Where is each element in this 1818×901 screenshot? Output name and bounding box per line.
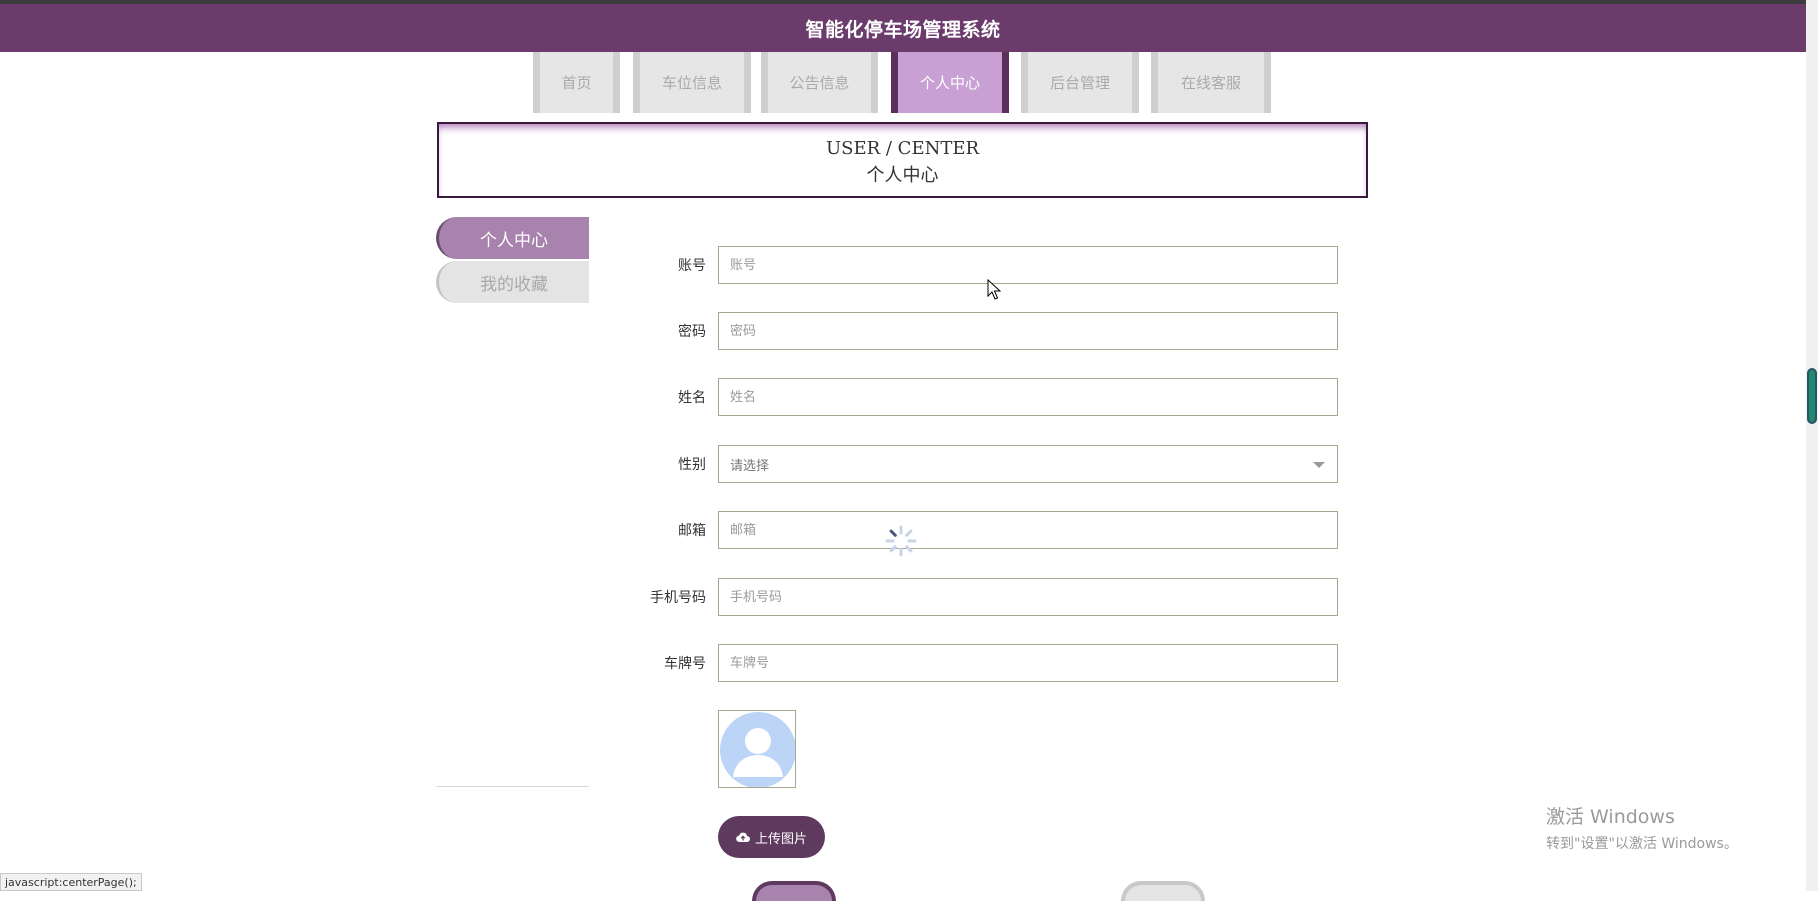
sidebar-item-label: 个人中心	[480, 230, 548, 251]
tab-user-center[interactable]: 个人中心	[891, 52, 1009, 113]
phone-input[interactable]	[718, 578, 1338, 616]
submit-button[interactable]	[752, 881, 836, 901]
tab-label: 车位信息	[661, 74, 722, 92]
avatar-preview	[718, 710, 796, 788]
tab-parking-spots[interactable]: 车位信息	[633, 52, 751, 113]
account-label: 账号	[678, 258, 706, 274]
name-label: 姓名	[678, 390, 706, 406]
form-row-name: 姓名	[600, 378, 1340, 416]
tab-label: 个人中心	[919, 74, 980, 92]
plate-label: 车牌号	[664, 656, 706, 672]
upload-image-button[interactable]: 上传图片	[718, 816, 825, 858]
page-scrollbar[interactable]	[1806, 0, 1818, 891]
site-title: 智能化停车场管理系统	[805, 18, 1001, 41]
plate-input[interactable]	[718, 644, 1338, 682]
chevron-down-icon	[1313, 462, 1325, 468]
password-input[interactable]	[718, 312, 1338, 350]
site-header: 智能化停车场管理系统	[0, 4, 1806, 52]
upload-button-label: 上传图片	[754, 831, 807, 847]
tab-label: 公告信息	[789, 74, 850, 92]
page-banner: USER / CENTER 个人中心	[437, 122, 1368, 198]
account-input[interactable]	[718, 246, 1338, 284]
tab-online-service[interactable]: 在线客服	[1151, 52, 1271, 113]
tab-announcements[interactable]: 公告信息	[761, 52, 878, 113]
spinner-icon	[885, 525, 917, 557]
form-row-gender: 性别 请选择	[600, 445, 1340, 483]
banner-title-en: USER / CENTER	[825, 138, 980, 159]
status-url: javascript:centerPage();	[5, 876, 137, 889]
tab-home[interactable]: 首页	[533, 52, 620, 113]
sidebar-item-user-center[interactable]: 个人中心	[436, 217, 589, 259]
watermark-subtitle: 转到"设置"以激活 Windows。	[1546, 836, 1738, 852]
form-row-email: 邮箱	[600, 511, 1340, 549]
tab-label: 在线客服	[1180, 74, 1241, 92]
gender-label: 性别	[678, 457, 706, 473]
browser-status-bar: javascript:centerPage();	[0, 873, 142, 891]
sidebar-item-label: 我的收藏	[480, 274, 548, 295]
watermark-title: 激活 Windows	[1546, 806, 1675, 828]
form-row-phone: 手机号码	[600, 578, 1340, 616]
gender-select[interactable]: 请选择	[718, 445, 1338, 483]
email-input[interactable]	[718, 511, 1338, 549]
tab-label: 首页	[561, 74, 592, 92]
form-row-password: 密码	[600, 312, 1340, 350]
logout-button[interactable]	[1121, 881, 1205, 901]
windows-activation-watermark: 激活 Windows 转到"设置"以激活 Windows。	[1546, 802, 1738, 853]
scrollbar-thumb[interactable]	[1807, 368, 1817, 424]
email-label: 邮箱	[678, 523, 706, 539]
gender-selected-value: 请选择	[730, 458, 770, 474]
banner-title-cn: 个人中心	[866, 165, 939, 186]
tab-admin[interactable]: 后台管理	[1021, 52, 1139, 113]
sidebar-item-favorites[interactable]: 我的收藏	[436, 261, 589, 303]
sidebar-divider	[436, 786, 589, 787]
password-label: 密码	[678, 324, 706, 340]
form-row-account: 账号	[600, 246, 1340, 284]
tab-label: 后台管理	[1049, 74, 1110, 92]
phone-label: 手机号码	[650, 590, 706, 606]
user-avatar-icon	[719, 711, 795, 787]
mouse-cursor-icon	[987, 279, 1001, 300]
cloud-upload-icon	[736, 832, 750, 843]
form-row-plate: 车牌号	[600, 644, 1340, 682]
name-input[interactable]	[718, 378, 1338, 416]
